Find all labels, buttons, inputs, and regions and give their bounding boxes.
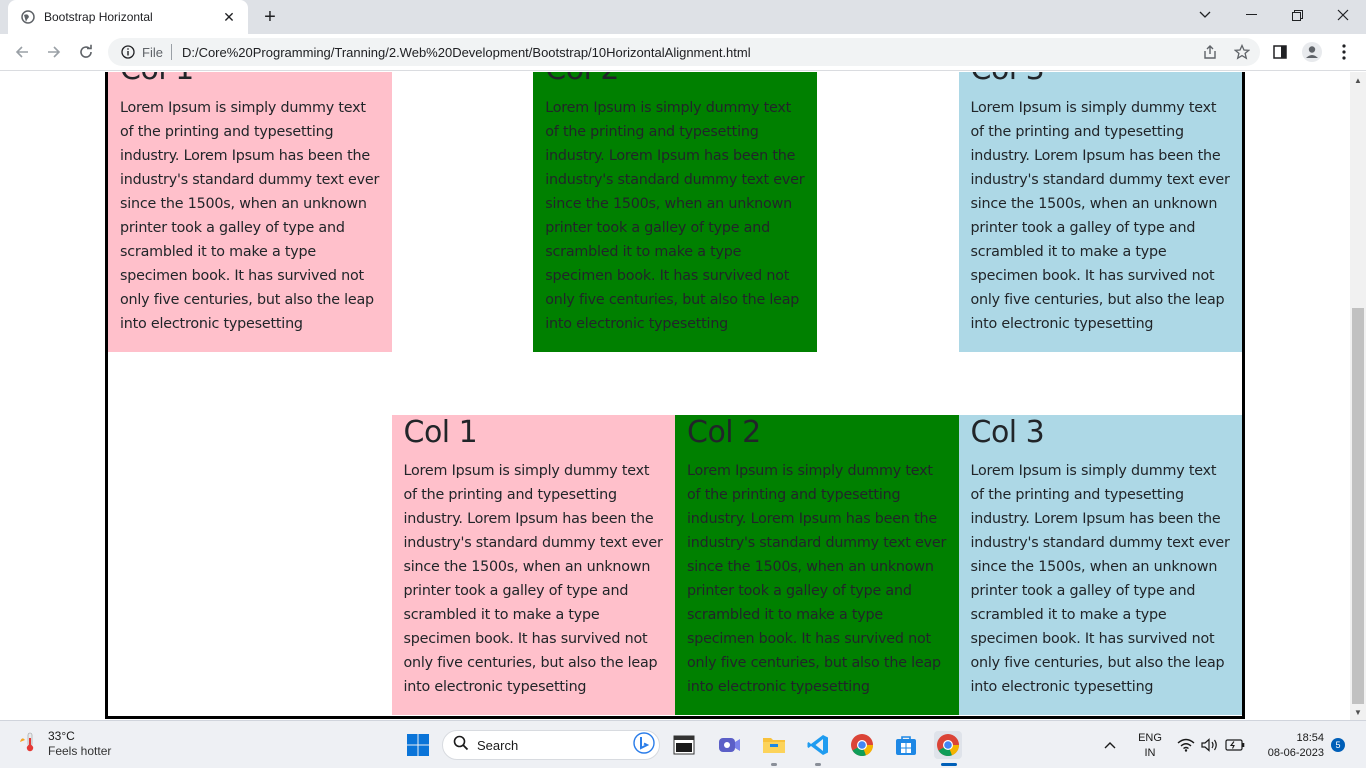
scroll-thumb[interactable] xyxy=(1352,308,1364,704)
row1-col2: Col 2 Lorem Ipsum is simply dummy text o… xyxy=(533,72,817,352)
running-indicator xyxy=(815,763,821,766)
col-heading: Col 1 xyxy=(120,72,380,88)
window-close-icon[interactable] xyxy=(1320,0,1366,30)
language-indicator[interactable]: ENG IN xyxy=(1134,731,1166,761)
divider xyxy=(170,44,172,60)
clock-time: 18:54 xyxy=(1296,732,1324,744)
notification-badge[interactable]: 5 xyxy=(1331,738,1345,752)
lang-top: ENG xyxy=(1138,732,1162,744)
running-indicator xyxy=(771,763,777,766)
active-indicator xyxy=(941,763,957,766)
bing-icon xyxy=(633,731,655,759)
wifi-icon[interactable] xyxy=(1176,731,1196,759)
windows-icon[interactable] xyxy=(404,731,432,759)
thermometer-icon xyxy=(18,730,38,759)
teams-icon[interactable] xyxy=(715,731,743,759)
chevron-down-icon[interactable] xyxy=(1182,0,1228,30)
col-heading: Col 2 xyxy=(545,72,805,88)
chrome-icon[interactable] xyxy=(848,731,876,759)
browser-toolbar: File D:/Core%20Programming/Tranning/2.We… xyxy=(0,34,1366,71)
row-end: Col 1 Lorem Ipsum is simply dummy text o… xyxy=(108,415,1242,715)
tab-title: Bootstrap Horizontal xyxy=(44,10,153,24)
row2-col3: Col 3 Lorem Ipsum is simply dummy text o… xyxy=(958,415,1242,715)
windows-taskbar: 33°C Feels hotter Search ENG IN 18:54 08… xyxy=(0,720,1366,768)
system-clock[interactable]: 18:54 08-06-2023 xyxy=(1252,731,1324,761)
weather-widget[interactable]: 33°C Feels hotter xyxy=(18,729,111,759)
volume-icon[interactable] xyxy=(1200,731,1220,759)
bootstrap-container: Col 1 Lorem Ipsum is simply dummy text o… xyxy=(105,72,1245,719)
row1-col1: Col 1 Lorem Ipsum is simply dummy text o… xyxy=(108,72,392,352)
col-text: Lorem Ipsum is simply dummy text of the … xyxy=(120,100,380,332)
terminal-icon[interactable] xyxy=(670,731,698,759)
close-icon[interactable]: ✕ xyxy=(220,8,238,26)
browser-tab[interactable]: Bootstrap Horizontal ✕ xyxy=(8,0,248,34)
row-space-between: Col 1 Lorem Ipsum is simply dummy text o… xyxy=(108,72,1242,352)
lang-bottom: IN xyxy=(1144,747,1156,759)
col-heading: Col 3 xyxy=(971,72,1231,88)
col-text: Lorem Ipsum is simply dummy text of the … xyxy=(970,463,1230,695)
chevron-up-icon[interactable] xyxy=(1098,731,1122,759)
file-label: File xyxy=(142,44,163,60)
search-label: Search xyxy=(477,737,519,753)
store-icon[interactable] xyxy=(892,731,920,759)
vscode-icon[interactable] xyxy=(804,731,832,759)
plus-icon[interactable]: + xyxy=(258,5,282,29)
profile-icon[interactable] xyxy=(1298,38,1326,66)
scroll-up-arrow[interactable]: ▲ xyxy=(1350,72,1366,88)
col-heading: Col 3 xyxy=(970,415,1045,450)
weather-desc: Feels hotter xyxy=(48,744,112,758)
star-icon[interactable] xyxy=(1232,43,1252,61)
row2-col1: Col 1 Lorem Ipsum is simply dummy text o… xyxy=(391,415,675,715)
col-text: Lorem Ipsum is simply dummy text of the … xyxy=(403,463,663,695)
page-viewport: Col 1 Lorem Ipsum is simply dummy text o… xyxy=(0,72,1350,720)
row1-col3: Col 3 Lorem Ipsum is simply dummy text o… xyxy=(958,72,1242,352)
sidepanel-icon[interactable] xyxy=(1266,38,1294,66)
restore-icon[interactable] xyxy=(1274,0,1320,30)
back-icon[interactable] xyxy=(8,38,36,66)
scroll-down-arrow[interactable]: ▼ xyxy=(1350,704,1366,720)
vertical-scrollbar[interactable]: ▲ ▼ xyxy=(1350,72,1366,720)
col-heading: Col 1 xyxy=(403,415,478,450)
share-icon[interactable] xyxy=(1200,43,1220,61)
tab-strip: Bootstrap Horizontal ✕ + xyxy=(0,0,1366,34)
weather-temp: 33°C xyxy=(48,729,75,743)
menu-icon[interactable] xyxy=(1330,38,1358,66)
url-text[interactable]: D:/Core%20Programming/Tranning/2.Web%20D… xyxy=(182,45,751,60)
col-text: Lorem Ipsum is simply dummy text of the … xyxy=(687,463,947,695)
reload-icon[interactable] xyxy=(72,38,100,66)
row2-col2: Col 2 Lorem Ipsum is simply dummy text o… xyxy=(675,415,959,715)
globe-icon xyxy=(20,9,36,25)
explorer-icon[interactable] xyxy=(760,731,788,759)
chrome-active-icon[interactable] xyxy=(934,731,962,759)
col-text: Lorem Ipsum is simply dummy text of the … xyxy=(970,100,1230,332)
minimize-icon[interactable] xyxy=(1228,0,1274,30)
col-heading: Col 2 xyxy=(687,415,761,450)
address-bar[interactable]: File D:/Core%20Programming/Tranning/2.We… xyxy=(108,38,1260,66)
col-text: Lorem Ipsum is simply dummy text of the … xyxy=(545,100,805,332)
battery-icon[interactable] xyxy=(1224,731,1246,759)
info-icon[interactable] xyxy=(120,44,136,60)
clock-date: 08-06-2023 xyxy=(1267,747,1324,759)
search-icon xyxy=(453,735,469,756)
taskbar-search[interactable]: Search xyxy=(442,730,660,760)
forward-icon[interactable] xyxy=(40,38,68,66)
